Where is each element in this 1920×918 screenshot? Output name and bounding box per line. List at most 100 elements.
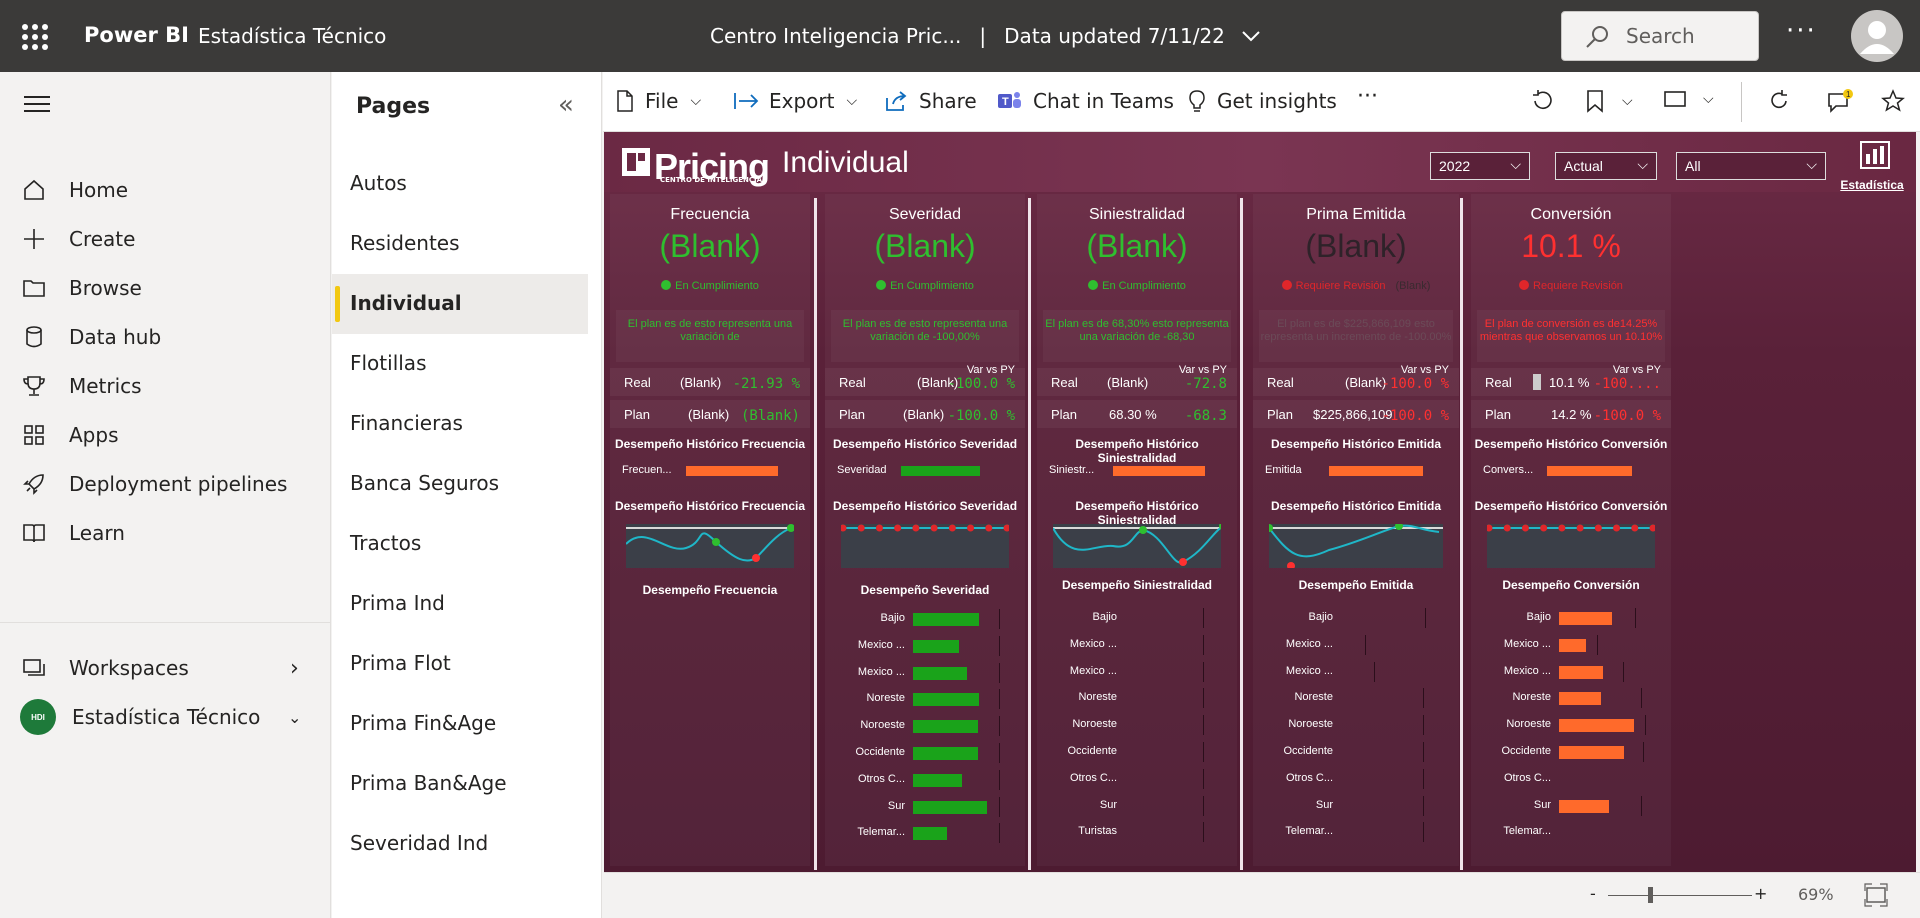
collapse-pages-icon[interactable]: « [558, 90, 574, 120]
nav-label: Data hub [69, 325, 162, 349]
report-title-area[interactable]: Centro Inteligencia Pric... | Data updated… [710, 24, 1261, 48]
nav-item-metrics[interactable]: Metrics [0, 360, 330, 412]
page-item-residentes[interactable]: Residentes [332, 214, 588, 274]
avatar[interactable] [1851, 10, 1903, 62]
breakdown-target-tick [999, 635, 1000, 656]
book-icon [20, 519, 48, 547]
search-input[interactable]: Search [1561, 11, 1759, 61]
breakdown-row: Mexico ... [1253, 661, 1459, 682]
status-dot-icon [1519, 280, 1530, 290]
plan-row: Plan $225,866,109 -100.0 % [1253, 400, 1459, 428]
search-icon [1586, 26, 1608, 48]
breakdown-bar [1559, 612, 1612, 625]
get-insights-button[interactable]: Get insights [1187, 89, 1337, 113]
nav-item-current-workspace[interactable]: HDI Estadística Técnico ⌄ [0, 691, 330, 743]
zoom-slider-track[interactable] [1608, 895, 1752, 896]
nav-item-browse[interactable]: Browse [0, 262, 330, 314]
kpi-card: Severidad (Blank) En Cumplimiento El plan e… [825, 194, 1025, 866]
nav-item-deployment-pipelines[interactable]: Deployment pipelines [0, 458, 330, 510]
breakdown-row: Sur [825, 796, 1025, 817]
reset-icon[interactable] [1530, 89, 1564, 113]
more-options-icon[interactable]: ··· [1786, 16, 1817, 46]
chevron-right-icon[interactable]: › [290, 656, 299, 681]
nav-item-apps[interactable]: Apps [0, 409, 330, 461]
zoom-slider-handle[interactable] [1648, 887, 1653, 903]
breakdown-label: Occidente [1283, 745, 1333, 757]
chat-in-teams-button[interactable]: T Chat in Teams [997, 89, 1174, 113]
more-options-icon[interactable]: ··· [1357, 84, 1378, 109]
zoom-in-button[interactable]: + [1754, 884, 1767, 903]
chevron-down-icon[interactable]: ⌄ [288, 708, 301, 727]
brand-name[interactable]: Power BI [84, 23, 189, 47]
breakdown-bar [1559, 692, 1602, 706]
page-item-flotillas[interactable]: Flotillas [332, 334, 588, 394]
nav-item-learn[interactable]: Learn [0, 507, 330, 559]
breakdown-bar [1559, 719, 1635, 733]
comments-icon[interactable]: 1 [1827, 89, 1863, 115]
export-menu[interactable]: Export ⌵ [733, 89, 857, 113]
kpi-note: El plan es de $225,866,109 esto represen… [1259, 310, 1453, 362]
page-item-autos[interactable]: Autos [332, 154, 588, 214]
scenario-slicer[interactable]: Actual ⌵ [1555, 152, 1657, 180]
nav-item-create[interactable]: Create [0, 213, 330, 265]
kpi-status-text: Requiere Revisión [1533, 280, 1623, 292]
kpi-card: Prima Emitida (Blank) Requiere Revisión (Bl… [1253, 194, 1459, 866]
breakdown-target-tick [1425, 608, 1427, 628]
breakdown-target-tick [1635, 608, 1637, 628]
share-button[interactable]: Share [885, 89, 977, 113]
breakdown-row: Bajio [1037, 608, 1237, 628]
breakdown-bar [913, 827, 948, 841]
trend-sparkline [1052, 522, 1227, 568]
var-vs-py-label: Var vs PY [966, 364, 1015, 376]
nav-item-workspaces[interactable]: Workspaces › [0, 642, 330, 694]
bookmark-icon[interactable]: ⌵ [1586, 89, 1633, 113]
year-slicer[interactable]: 2022 ⌵ [1430, 152, 1530, 180]
page-item-prima-ind[interactable]: Prima Ind [332, 574, 588, 634]
sparkline-point [875, 524, 883, 532]
page-item-prima-flot[interactable]: Prima Flot [332, 634, 588, 694]
breakdown-label: Mexico ... [1503, 637, 1551, 650]
page-item-severidad-ind[interactable]: Severidad Ind [332, 814, 588, 874]
teams-icon: T [998, 92, 1021, 108]
folder-icon [20, 274, 48, 302]
sparkline-chart [839, 524, 1011, 532]
nav-item-data-hub[interactable]: Data hub [0, 311, 330, 363]
hist-bar-label: Severidad [837, 464, 887, 476]
nav-label: Apps [69, 423, 119, 447]
page-item-financieras[interactable]: Financieras [332, 394, 588, 454]
page-item-prima-fin-age[interactable]: Prima Fin&Age [332, 694, 588, 754]
page-item-tractos[interactable]: Tractos [332, 514, 588, 574]
plan-label: Plan [1267, 407, 1294, 422]
breakdown-target-tick [999, 689, 1000, 710]
breakdown-label: Bajio [1526, 611, 1551, 623]
kpi-note: El plan de conversión es de14.25% mientr… [1477, 310, 1665, 362]
page-item-individual[interactable]: Individual [332, 274, 588, 334]
page-item-banca-seguros[interactable]: Banca Seguros [332, 454, 588, 514]
hamburger-menu-icon[interactable] [24, 96, 50, 117]
plan-value: (Blank) [688, 407, 730, 422]
plan-variation: -100.0 % [947, 408, 1015, 424]
sparkline-point [967, 524, 975, 532]
breakdown-target-tick [999, 716, 1000, 737]
favorite-star-icon[interactable] [1881, 89, 1915, 113]
fit-to-page-icon[interactable] [1864, 883, 1888, 907]
file-menu[interactable]: File ⌵ [615, 89, 701, 113]
refresh-icon[interactable] [1767, 89, 1801, 113]
breakdown-row: Occidente [1253, 742, 1459, 762]
column-separator [1028, 198, 1031, 870]
app-launcher-icon[interactable] [22, 24, 48, 50]
nav-item-home[interactable]: Home [0, 164, 330, 216]
filter-slicer[interactable]: All ⌵ [1676, 152, 1826, 180]
workspace-name[interactable]: Estadística Técnico [198, 24, 386, 48]
breakdown-row: Sur [1471, 795, 1671, 816]
page-item-prima-ban-age[interactable]: Prima Ban&Age [332, 754, 588, 814]
breakdown-bar [1559, 665, 1603, 679]
real-row: Real (Blank) Var vs PY -100.0 % [825, 364, 1025, 396]
plan-variation: (Blank) [740, 408, 800, 424]
real-variation: -100.0 % [1381, 376, 1449, 392]
zoom-out-button[interactable]: - [1590, 884, 1596, 903]
view-icon[interactable]: ⌵ [1663, 89, 1714, 109]
chevron-down-icon[interactable] [1241, 29, 1261, 43]
sparkline-point [1395, 522, 1403, 530]
breakdown-row: Mexico ... [1471, 634, 1671, 655]
